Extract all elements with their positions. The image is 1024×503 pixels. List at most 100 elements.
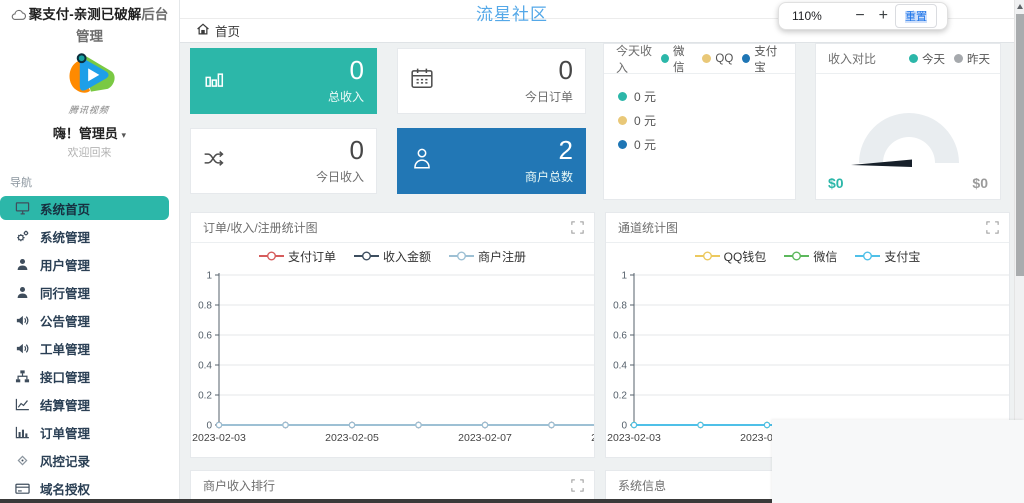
calendar-icon xyxy=(410,67,434,96)
stat-cards: 0 总收入 0 今日订单 0 今日收入 2 商户总数 xyxy=(190,48,586,194)
bar-chart-icon xyxy=(14,425,30,440)
orders-stats-panel: 订单/收入/注册统计图 支付订单 收入金额 商户注册 0 0.2 0.4 0.6 0.8 1 2… xyxy=(190,212,595,458)
sidebar-nav: 系统首页 系统管理 用户管理 同行管理 公告管理 工单管理 xyxy=(0,196,179,503)
shuffle-icon xyxy=(203,149,227,174)
profile-dropdown[interactable]: 嗨！管理员 ▾ xyxy=(0,123,179,142)
bar-chart-icon xyxy=(203,67,229,96)
today-income-legend: 微信 QQ 支付宝 xyxy=(661,43,785,75)
sidebar-item-tickets[interactable]: 工单管理 xyxy=(0,336,179,360)
expand-icon[interactable] xyxy=(571,479,584,492)
user-icon xyxy=(14,257,30,272)
sidebar-item-home[interactable]: 系统首页 xyxy=(0,196,169,220)
chart-legend-item[interactable]: 收入金额 xyxy=(354,248,431,265)
svg-text:0.4: 0.4 xyxy=(198,361,212,372)
scroll-up-arrow-icon[interactable] xyxy=(1017,4,1023,9)
line-chart: 0 0.2 0.4 0.6 0.8 1 2023-02-03 2023-02-05 2023-0… xyxy=(191,269,595,455)
svg-text:0.6: 0.6 xyxy=(613,331,627,342)
nav-section-label: 导航 xyxy=(10,174,179,190)
svg-text:2023-02-03: 2023-02-03 xyxy=(192,432,246,444)
svg-text:0.8: 0.8 xyxy=(198,301,212,312)
svg-text:1: 1 xyxy=(621,271,627,282)
logo-watermark: 腾讯视频 xyxy=(69,103,111,116)
svg-text:0.2: 0.2 xyxy=(198,391,212,402)
panel-title: 商户收入排行 xyxy=(203,477,275,494)
svg-text:2023-02-05: 2023-02-05 xyxy=(325,432,379,444)
gauge-chart xyxy=(816,78,1000,170)
zoom-out-button[interactable]: − xyxy=(848,8,871,24)
panel-title: 订单/收入/注册统计图 xyxy=(203,219,318,236)
svg-text:0.4: 0.4 xyxy=(613,361,627,372)
sidebar: 聚支付-亲测已破解后台管理 腾讯视频 嗨！管理员 ▾ 欢迎回来 导航 系统首页 xyxy=(0,0,180,503)
speaker-icon xyxy=(14,313,30,328)
sidebar-item-peers[interactable]: 同行管理 xyxy=(0,280,179,304)
svg-text:0: 0 xyxy=(206,421,212,432)
browser-zoom-popup: 110% − + 重置 xyxy=(778,2,948,30)
svg-text:0.6: 0.6 xyxy=(198,331,212,342)
gauge-today-value: $0 xyxy=(828,175,844,191)
chart-legend: 支付订单 收入金额 商户注册 xyxy=(191,243,594,269)
legend-item[interactable]: 今天 xyxy=(909,51,945,67)
chart-legend-item[interactable]: 微信 xyxy=(784,248,837,265)
svg-text:0.8: 0.8 xyxy=(613,301,627,312)
chart-legend-item[interactable]: 支付订单 xyxy=(259,248,336,265)
tencent-video-logo xyxy=(59,48,121,100)
user-icon xyxy=(410,146,434,177)
desktop-icon xyxy=(14,201,30,216)
legend-item[interactable]: QQ xyxy=(702,53,733,65)
income-row: 0 元 xyxy=(618,88,795,105)
sidebar-item-risk[interactable]: 风控记录 xyxy=(0,448,179,472)
chart-legend-item[interactable]: QQ钱包 xyxy=(695,248,767,265)
stat-card-today-income[interactable]: 0 今日收入 xyxy=(190,128,377,194)
sidebar-item-announcements[interactable]: 公告管理 xyxy=(0,308,179,332)
line-chart-icon xyxy=(14,397,30,412)
bottom-edge-strip xyxy=(0,499,778,503)
admin-dashboard: 聚支付-亲测已破解后台管理 腾讯视频 嗨！管理员 ▾ 欢迎回来 导航 系统首页 xyxy=(0,0,1024,503)
gears-icon xyxy=(14,229,30,244)
income-row: 0 元 xyxy=(618,136,795,153)
credit-card-icon xyxy=(14,481,30,496)
panel-title: 收入对比 xyxy=(828,50,876,67)
chart-legend-item[interactable]: 支付宝 xyxy=(855,248,920,265)
chevron-down-icon: ▾ xyxy=(122,130,127,140)
scrollbar-thumb[interactable] xyxy=(1016,14,1024,276)
panel-title: 今天收入 xyxy=(616,43,661,76)
svg-text:0: 0 xyxy=(621,421,627,432)
sidebar-item-orders[interactable]: 订单管理 xyxy=(0,420,179,444)
legend-item[interactable]: 支付宝 xyxy=(742,43,785,75)
gauge-yesterday-value: $0 xyxy=(972,175,988,191)
risk-icon xyxy=(14,453,30,468)
zoom-in-button[interactable]: + xyxy=(872,8,895,24)
sidebar-item-api[interactable]: 接口管理 xyxy=(0,364,179,388)
stat-card-total-income[interactable]: 0 总收入 xyxy=(190,48,377,114)
today-income-panel: 今天收入 微信 QQ 支付宝 0 元 0 元 0 元 xyxy=(603,43,796,200)
legend-item[interactable]: 昨天 xyxy=(954,51,990,67)
chart-legend: QQ钱包微信 支付宝 xyxy=(606,243,1009,269)
income-row: 0 元 xyxy=(618,112,795,129)
svg-text:0.2: 0.2 xyxy=(613,391,627,402)
legend-item[interactable]: 微信 xyxy=(661,43,693,75)
expand-icon[interactable] xyxy=(986,221,999,234)
panel-title: 通道统计图 xyxy=(618,219,678,236)
zoom-reset-button[interactable]: 重置 xyxy=(895,4,937,28)
sidebar-item-system[interactable]: 系统管理 xyxy=(0,224,179,248)
scrollbar[interactable] xyxy=(1014,0,1024,420)
blank-overlay xyxy=(772,420,1024,503)
income-compare-legend: 今天 昨天 xyxy=(909,51,990,67)
zoom-level: 110% xyxy=(792,9,822,23)
expand-icon[interactable] xyxy=(571,221,584,234)
stat-card-today-orders[interactable]: 0 今日订单 xyxy=(397,48,586,114)
chart-legend-item[interactable]: 商户注册 xyxy=(449,248,526,265)
svg-text:2023-02-07: 2023-02-07 xyxy=(458,432,512,444)
sidebar-item-domain[interactable]: 域名授权 xyxy=(0,476,179,500)
speaker-icon xyxy=(14,341,30,356)
stat-card-merchant-total[interactable]: 2 商户总数 xyxy=(397,128,586,194)
sidebar-item-users[interactable]: 用户管理 xyxy=(0,252,179,276)
panel-title: 系统信息 xyxy=(618,477,666,494)
income-compare-panel: 收入对比 今天 昨天 $0 $0 xyxy=(815,43,1001,200)
svg-text:2023-02-09: 2023-02-09 xyxy=(591,432,595,444)
sitemap-icon xyxy=(14,369,30,384)
sidebar-item-settlement[interactable]: 结算管理 xyxy=(0,392,179,416)
svg-text:1: 1 xyxy=(206,271,212,282)
user-icon xyxy=(14,285,30,300)
svg-text:2023-02-03: 2023-02-03 xyxy=(607,432,661,444)
